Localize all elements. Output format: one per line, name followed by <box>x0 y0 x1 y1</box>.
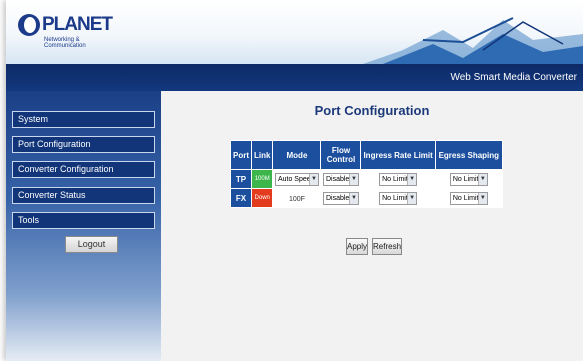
egress-cell: No Limit ▼ <box>434 169 503 189</box>
title-bar: Web Smart Media Converter <box>6 64 583 91</box>
header-ingress-rate-limit: Ingress Rate Limit <box>360 140 436 170</box>
chevron-down-icon: ▼ <box>407 173 417 185</box>
logo-subtext: Networking & Communication <box>44 37 86 49</box>
ingress-select[interactable]: No Limit ▼ <box>379 172 418 186</box>
planet-logo: PLANET Networking & Communication <box>18 10 113 50</box>
ingress-cell: No Limit ▼ <box>360 169 436 189</box>
flow-control-cell: Disabled ▼ <box>320 169 362 189</box>
apply-button[interactable]: Apply <box>346 238 368 255</box>
sidebar-item-converter-status[interactable]: Converter Status <box>12 187 155 204</box>
product-title: Web Smart Media Converter <box>450 72 577 83</box>
ingress-value: No Limit <box>382 175 408 183</box>
port-config-table: Port Link Mode Flow Control Ingress Rate… <box>230 140 503 208</box>
flow-control-cell: Disabled ▼ <box>320 188 362 208</box>
chevron-down-icon: ▼ <box>348 173 358 185</box>
page-title: Port Configuration <box>314 103 430 118</box>
chevron-down-icon: ▼ <box>477 192 487 204</box>
logout-button[interactable]: Logout <box>65 236 118 253</box>
egress-cell: No Limit ▼ <box>434 188 503 208</box>
sidebar-item-tools[interactable]: Tools <box>12 212 155 229</box>
header-link: Link <box>250 140 274 170</box>
header-egress-shaping: Egress Shaping <box>434 140 503 170</box>
chevron-down-icon: ▼ <box>308 173 318 185</box>
port-id: TP <box>230 169 252 189</box>
ingress-select[interactable]: No Limit ▼ <box>379 191 418 205</box>
flow-control-select[interactable]: Disabled ▼ <box>322 191 359 205</box>
link-status: 100M <box>250 169 274 189</box>
refresh-button[interactable]: Refresh <box>372 238 402 255</box>
flow-control-select[interactable]: Disabled ▼ <box>322 172 359 186</box>
mode-select[interactable]: Auto Speed ▼ <box>274 172 319 186</box>
egress-value: No Limit <box>452 175 479 183</box>
header-flow-control: Flow Control <box>320 140 362 170</box>
table-row: TP 100M Auto Speed ▼ Disabled ▼ No Limit ▼ … <box>230 169 503 189</box>
egress-value: No Limit <box>452 194 479 202</box>
port-id: FX <box>230 188 252 208</box>
mode-cell: 100F <box>272 188 322 208</box>
sidebar-item-system[interactable]: System <box>12 111 155 128</box>
main-content: Port Configuration Port Link Mode Flow C… <box>161 91 583 361</box>
header: PLANET Networking & Communication <box>6 0 583 64</box>
egress-select[interactable]: No Limit ▼ <box>449 191 488 205</box>
table-row: FX Down 100F Disabled ▼ No Limit ▼ No Limi… <box>230 188 503 208</box>
header-building-art <box>363 17 583 64</box>
link-status: Down <box>250 188 274 208</box>
ingress-cell: No Limit ▼ <box>360 188 436 208</box>
logo-mark-icon <box>18 14 40 36</box>
egress-select[interactable]: No Limit ▼ <box>449 172 488 186</box>
sidebar: System Port Configuration Converter Conf… <box>6 91 161 361</box>
mode-cell: Auto Speed ▼ <box>272 169 322 189</box>
chevron-down-icon: ▼ <box>477 173 487 185</box>
header-mode: Mode <box>272 140 322 170</box>
sidebar-item-converter-configuration[interactable]: Converter Configuration <box>12 161 155 178</box>
browser-frame: PLANET Networking & Communication Web Sm… <box>6 0 583 361</box>
sidebar-item-port-configuration[interactable]: Port Configuration <box>12 136 155 153</box>
logo-text: PLANET <box>42 14 113 35</box>
mode-value: 100F <box>288 195 305 203</box>
ingress-value: No Limit <box>382 194 408 202</box>
header-port: Port <box>230 140 252 170</box>
chevron-down-icon: ▼ <box>407 192 417 204</box>
chevron-down-icon: ▼ <box>348 192 358 204</box>
table-header-row: Port Link Mode Flow Control Ingress Rate… <box>230 140 503 170</box>
